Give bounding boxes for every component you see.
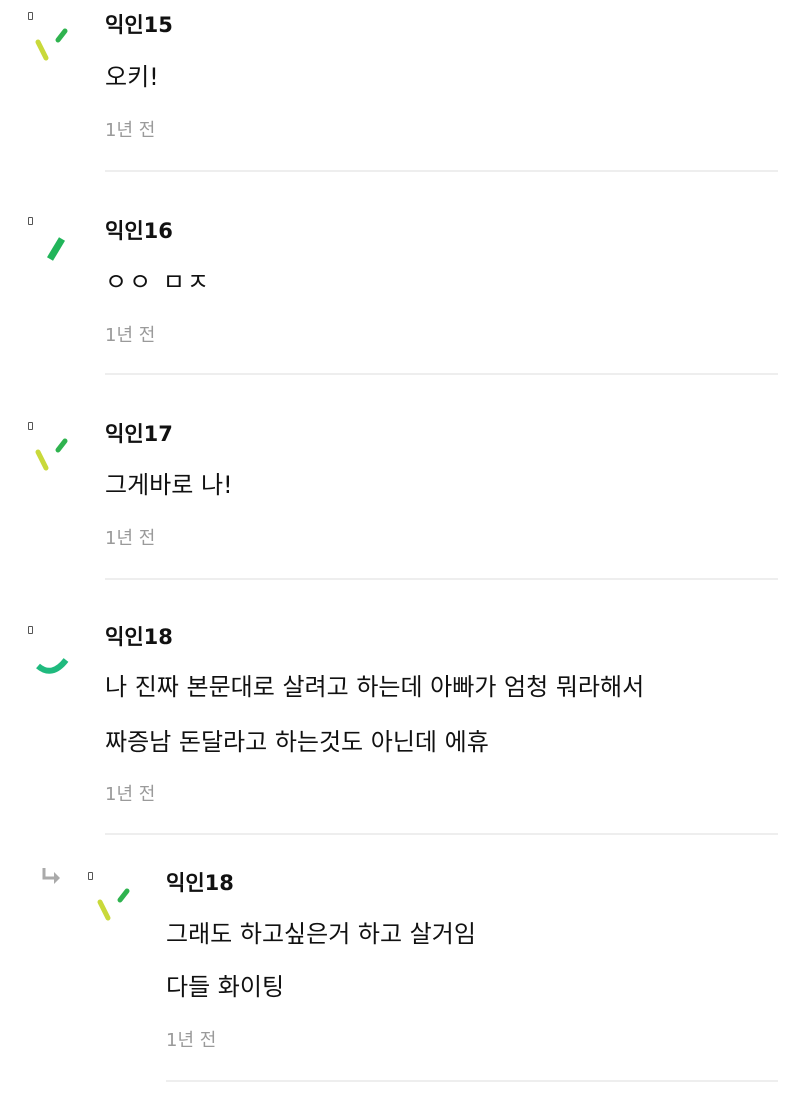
reply-text: 다들 화이팅 bbox=[166, 973, 285, 1001]
avatar-slash-pair-icon[interactable] bbox=[32, 434, 72, 474]
comment-text: 나 진짜 본문대로 살려고 하는데 아빠가 엄청 뭐라해서 bbox=[105, 673, 645, 701]
reply-author[interactable]: 익인18 bbox=[166, 870, 234, 896]
comment-text: 짜증남 돈달라고 하는것도 아닌데 에휴 bbox=[105, 728, 489, 756]
comment-author[interactable]: 익인17 bbox=[105, 421, 173, 447]
comment-marker-icon bbox=[28, 626, 33, 634]
avatar-arc-icon[interactable] bbox=[32, 642, 72, 682]
comment-divider bbox=[105, 373, 778, 375]
comment-text: 그게바로 나! bbox=[105, 471, 233, 499]
comment-item: 익인18 나 진짜 본문대로 살려고 하는데 아빠가 엄청 뭐라해서 짜증남 돈… bbox=[0, 614, 800, 839]
comment-timestamp: 1년 전 bbox=[105, 528, 156, 549]
comment-divider bbox=[105, 170, 778, 172]
comment-item: 익인17 그게바로 나! 1년 전 bbox=[0, 410, 800, 585]
comment-timestamp: 1년 전 bbox=[105, 784, 156, 805]
reply-timestamp: 1년 전 bbox=[166, 1030, 217, 1051]
avatar-slash-pair-icon[interactable] bbox=[94, 884, 134, 924]
comment-marker-icon bbox=[28, 422, 33, 430]
reply-arrow-icon bbox=[42, 868, 60, 884]
avatar-single-stroke-icon[interactable] bbox=[42, 231, 82, 271]
reply-text: 그래도 하고싶은거 하고 살거임 bbox=[166, 920, 476, 948]
reply-divider bbox=[166, 1080, 778, 1082]
comment-author[interactable]: 익인15 bbox=[105, 12, 173, 38]
comment-text: 오키! bbox=[105, 63, 159, 91]
comment-author[interactable]: 익인16 bbox=[105, 218, 173, 244]
comment-marker-icon bbox=[88, 872, 93, 880]
avatar-slash-pair-icon[interactable] bbox=[32, 24, 72, 64]
comment-author[interactable]: 익인18 bbox=[105, 624, 173, 650]
comment-marker-icon bbox=[28, 217, 33, 225]
comment-text: ㅇㅇ ㅁㅈ bbox=[105, 268, 211, 296]
comment-item: 익인16 ㅇㅇ ㅁㅈ 1년 전 bbox=[0, 205, 800, 380]
comment-divider bbox=[105, 833, 778, 835]
comment-timestamp: 1년 전 bbox=[105, 325, 156, 346]
comment-divider bbox=[105, 578, 778, 580]
comment-item: 익인15 오키! 1년 전 bbox=[0, 0, 800, 175]
comment-marker-icon bbox=[28, 12, 33, 20]
comment-timestamp: 1년 전 bbox=[105, 120, 156, 141]
reply-item: 익인18 그래도 하고싶은거 하고 살거임 다들 화이팅 1년 전 bbox=[0, 860, 800, 1105]
